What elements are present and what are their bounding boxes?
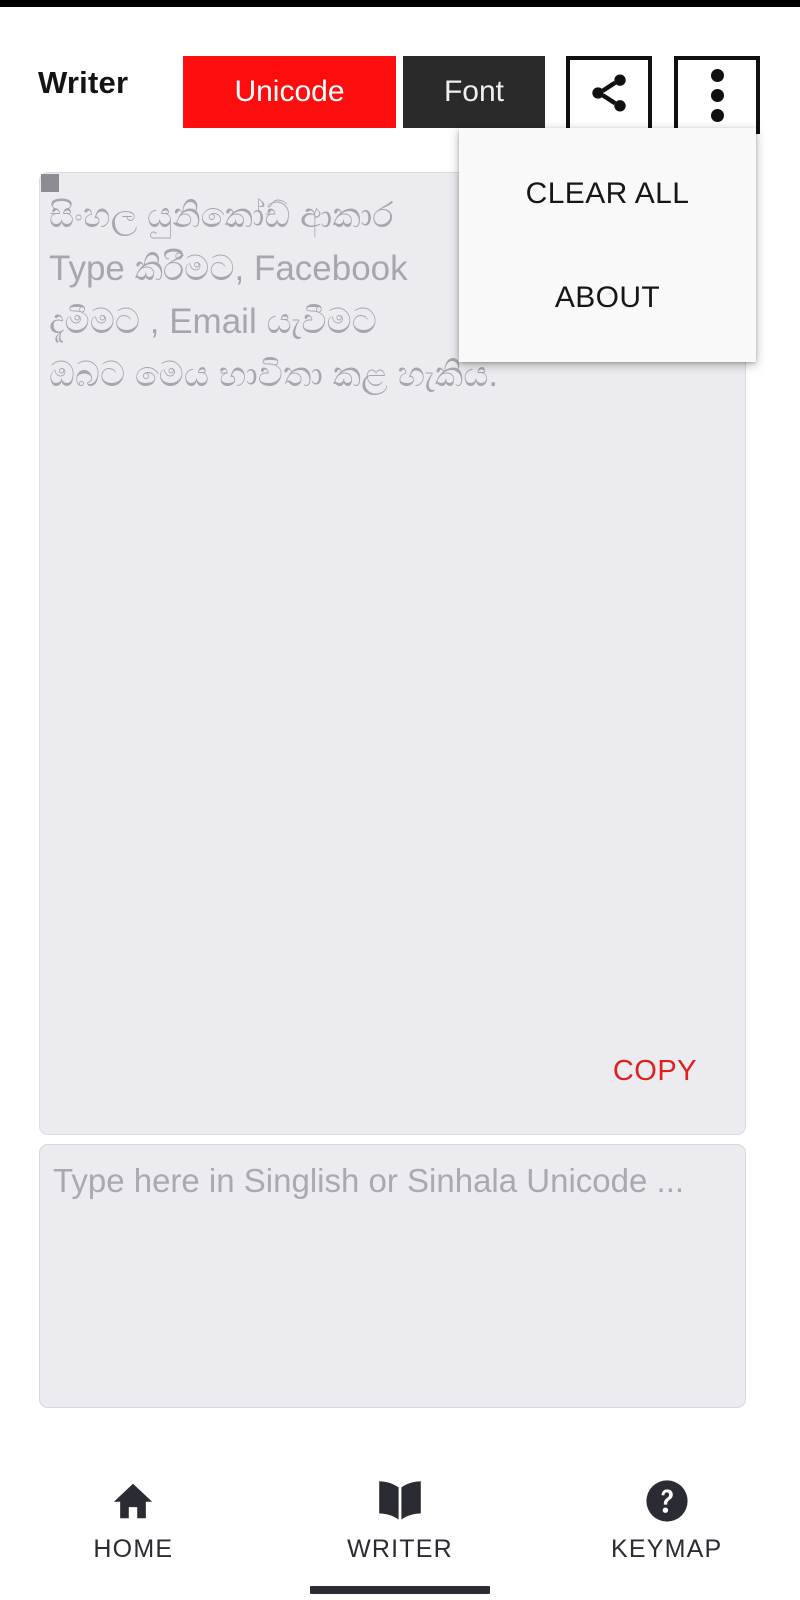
singlish-input-field[interactable]: Type here in Singlish or Sinhala Unicode… bbox=[39, 1144, 746, 1408]
more-vertical-icon bbox=[710, 68, 724, 122]
nav-item-keymap[interactable]: KEYMAP bbox=[533, 1460, 800, 1600]
app-bar: Writer Unicode Font bbox=[0, 7, 800, 134]
home-icon bbox=[110, 1476, 156, 1526]
book-icon bbox=[374, 1476, 426, 1526]
app-root: Writer Unicode Font සිංහල යුනිකෝඩ් ආකාර … bbox=[0, 0, 800, 1600]
share-icon bbox=[587, 71, 631, 120]
overflow-menu-button[interactable] bbox=[674, 56, 760, 134]
menu-item-clear-all[interactable]: CLEAR ALL bbox=[459, 142, 756, 246]
nav-label-home: HOME bbox=[93, 1535, 174, 1563]
share-button[interactable] bbox=[566, 56, 652, 134]
nav-label-writer: WRITER bbox=[347, 1535, 453, 1563]
overflow-dropdown-menu: CLEAR ALL ABOUT bbox=[459, 128, 756, 362]
nav-label-keymap: KEYMAP bbox=[610, 1535, 723, 1563]
menu-item-about[interactable]: ABOUT bbox=[459, 246, 756, 350]
copy-button[interactable]: COPY bbox=[613, 1055, 697, 1088]
status-bar bbox=[0, 0, 800, 7]
nav-item-writer[interactable]: WRITER bbox=[267, 1460, 534, 1600]
page-title: Writer bbox=[38, 65, 129, 100]
bottom-navigation: HOME WRITER KEYMAP bbox=[0, 1460, 800, 1600]
font-button[interactable]: Font bbox=[403, 56, 545, 128]
active-tab-indicator bbox=[310, 1586, 490, 1594]
nav-item-home[interactable]: HOME bbox=[0, 1460, 267, 1600]
help-circle-icon bbox=[643, 1476, 691, 1526]
unicode-button[interactable]: Unicode bbox=[183, 56, 396, 128]
input-placeholder: Type here in Singlish or Sinhala Unicode… bbox=[53, 1162, 685, 1199]
